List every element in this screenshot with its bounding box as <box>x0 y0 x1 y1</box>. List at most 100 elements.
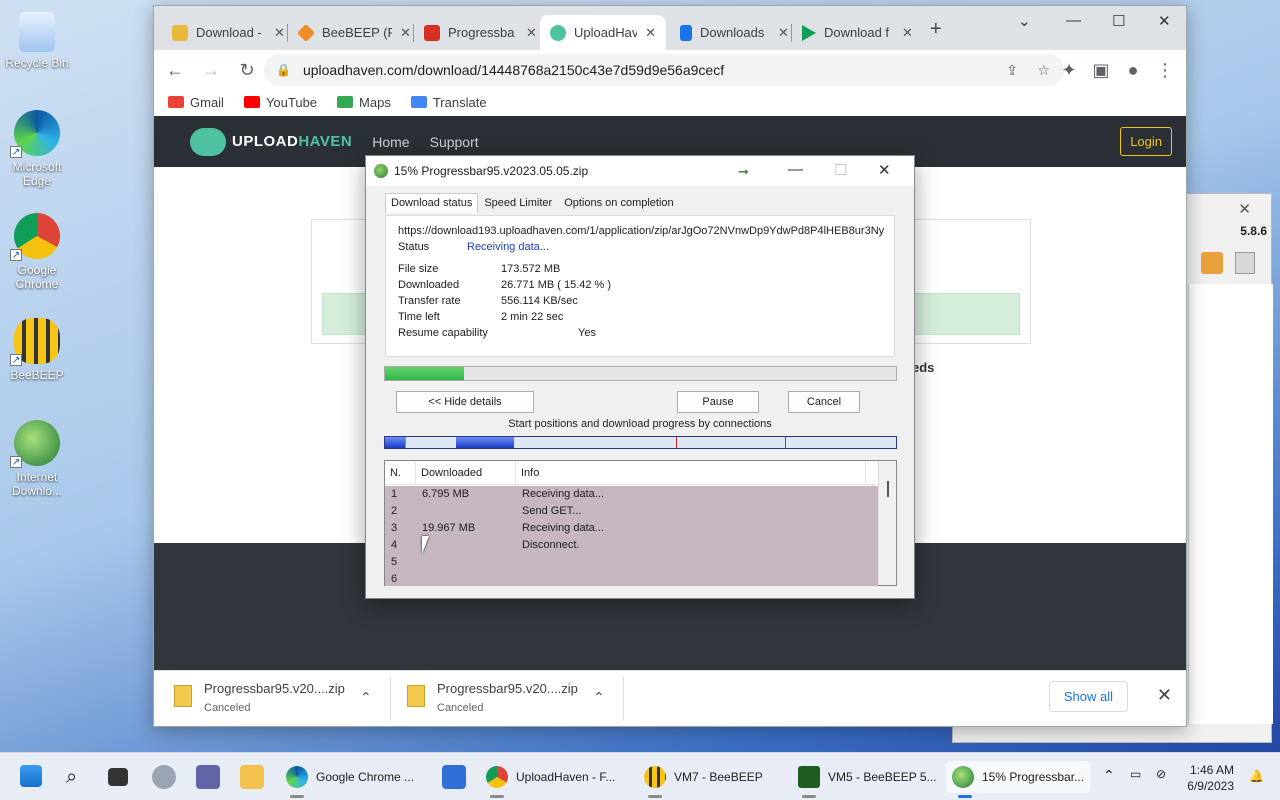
bee-icon: ↗ <box>10 318 60 366</box>
desktop-icon-chrome[interactable]: ↗ Google Chrome <box>0 213 74 291</box>
cancel-button[interactable]: Cancel <box>788 391 860 413</box>
tab-search-icon[interactable]: ⌄ <box>1018 12 1031 30</box>
bg-trash-icon[interactable] <box>1235 252 1255 274</box>
show-all-button[interactable]: Show all <box>1048 681 1128 712</box>
desktop-icon-label: Microsoft Edge <box>12 160 62 188</box>
menu-icon[interactable]: ⋮ <box>1154 60 1176 81</box>
download-item[interactable]: Progressbar95.v20....zip Canceled ⌃ <box>174 681 372 714</box>
taskbar-app-vm7[interactable]: VM7 - BeeBEEP <box>638 761 769 793</box>
chat-icon[interactable] <box>196 765 220 789</box>
tab-progressbar[interactable]: Progressba ✕ <box>414 15 547 50</box>
tab-downloads[interactable]: Downloads ✕ <box>670 15 799 50</box>
desktop-icon-recycle-bin[interactable]: Recycle Bin <box>0 12 74 70</box>
connections-bar <box>384 436 897 449</box>
taskbar-clock[interactable]: 1:46 AM 6/9/2023 <box>1187 762 1234 794</box>
list-row[interactable]: 4 Disconnect. <box>385 537 878 554</box>
chevron-up-icon[interactable]: ⌃ <box>593 689 605 706</box>
bee-icon <box>644 766 666 788</box>
close-icon[interactable]: ✕ <box>526 25 537 41</box>
close-window-icon[interactable]: ✕ <box>1158 12 1171 30</box>
column-header[interactable]: N. <box>385 461 416 484</box>
tab-speed-limiter[interactable]: Speed Limiter <box>478 193 558 213</box>
site-logo[interactable]: UPLOAD HAVEN <box>190 127 352 156</box>
forward-icon[interactable]: → <box>200 60 222 81</box>
desktop-icon-beebeep[interactable]: ↗ BeeBEEP <box>0 318 74 382</box>
nav-support[interactable]: Support <box>430 134 479 150</box>
bg-close-icon[interactable]: ✕ <box>1238 200 1251 218</box>
chevron-up-icon[interactable]: ⌃ <box>360 689 372 706</box>
close-shelf-icon[interactable]: ✕ <box>1157 685 1172 706</box>
network-icon[interactable]: ⊘ <box>1156 767 1166 781</box>
row-info: Receiving data... <box>522 522 604 534</box>
file-explorer-icon[interactable] <box>240 765 264 789</box>
bookmark-maps[interactable]: Maps <box>337 95 391 110</box>
pause-button[interactable]: Pause <box>677 391 759 413</box>
tab-download[interactable]: Download - ✕ <box>162 15 295 50</box>
tab-download-f[interactable]: Download f ✕ <box>792 15 923 50</box>
list-scrollbar[interactable] <box>878 461 896 585</box>
download-item[interactable]: Progressbar95.v20....zip Canceled ⌃ <box>407 681 605 714</box>
login-button[interactable]: Login <box>1120 127 1172 156</box>
minimize-icon[interactable]: — <box>1066 12 1081 29</box>
detail-row: Downloaded 26.771 MB ( 15.42 % ) <box>398 277 882 293</box>
tab-uploadhaven[interactable]: UploadHav ✕ <box>540 15 666 50</box>
search-icon[interactable]: ⌕ <box>66 765 90 789</box>
close-icon[interactable]: ✕ <box>274 25 285 41</box>
address-bar[interactable]: 🔒 uploadhaven.com/download/14448768a2150… <box>264 54 1064 86</box>
row-downloaded: 6.795 MB <box>422 488 470 500</box>
tab-options-completion[interactable]: Options on completion <box>558 193 679 213</box>
taskbar-app-uploadhaven[interactable]: UploadHaven - F... <box>480 761 621 793</box>
download-status: Canceled <box>437 702 484 714</box>
task-view-icon[interactable] <box>108 768 128 786</box>
widgets-icon[interactable] <box>152 765 176 789</box>
desktop-icon-idm[interactable]: ↗ Internet Downlo... <box>0 420 74 498</box>
close-icon[interactable]: ✕ <box>878 161 891 179</box>
list-row[interactable]: 5 <box>385 554 878 571</box>
profile-icon[interactable]: ● <box>1122 60 1144 81</box>
detail-label: File size <box>398 263 439 275</box>
back-icon[interactable]: ← <box>164 60 186 81</box>
notification-icon[interactable]: 🔔 <box>1249 769 1264 783</box>
bg-toolbar-icon[interactable] <box>1201 252 1223 274</box>
close-icon[interactable]: ✕ <box>400 25 411 41</box>
maximize-icon[interactable]: ☐ <box>1112 12 1125 30</box>
store-icon[interactable] <box>442 765 466 789</box>
bookmark-label: Translate <box>432 94 487 110</box>
minimize-icon[interactable]: — <box>788 161 803 178</box>
bookmark-star-icon[interactable]: ☆ <box>1037 62 1050 79</box>
chevron-up-icon[interactable]: ⌃ <box>1103 767 1115 784</box>
row-downloaded: 19.967 MB <box>422 522 476 534</box>
column-header[interactable]: Downloaded <box>416 461 516 484</box>
bookmark-youtube[interactable]: YouTube <box>243 94 318 110</box>
taskbar-app-vm5[interactable]: VM5 - BeeBEEP 5... <box>792 761 943 793</box>
sidepanel-icon[interactable]: ▣ <box>1090 60 1112 81</box>
column-header[interactable]: Info <box>516 461 866 484</box>
desktop-icon-edge[interactable]: ↗ Microsoft Edge <box>0 110 74 188</box>
list-row[interactable]: 6 <box>385 571 878 588</box>
row-info <box>516 571 522 588</box>
bookmark-translate[interactable]: Translate <box>410 94 487 110</box>
extensions-icon[interactable]: ✦ <box>1058 60 1080 81</box>
list-row[interactable]: 3 19.967 MB Receiving data... <box>385 520 878 537</box>
close-icon[interactable]: ✕ <box>645 25 656 41</box>
share-icon[interactable]: ⇪ <box>1006 62 1018 79</box>
nav-home[interactable]: Home <box>372 134 409 150</box>
scroll-thumb[interactable] <box>887 481 889 497</box>
reload-icon[interactable]: ↻ <box>236 60 258 81</box>
partial-heading: eds <box>912 360 935 375</box>
hide-details-button[interactable]: << Hide details <box>396 391 534 413</box>
new-tab-button[interactable]: + <box>930 18 942 41</box>
close-icon[interactable]: ✕ <box>902 25 913 41</box>
tab-beebeep[interactable]: BeeBEEP (Fr ✕ <box>288 15 421 50</box>
close-icon[interactable]: ✕ <box>778 25 789 41</box>
taskbar-app-chrome[interactable]: Google Chrome ... <box>280 761 420 793</box>
bookmark-gmail[interactable]: Gmail <box>168 95 224 110</box>
display-icon[interactable]: ▭ <box>1130 767 1141 781</box>
list-row[interactable]: 2 Send GET... <box>385 503 878 520</box>
list-row[interactable]: 1 6.795 MB Receiving data... <box>385 486 878 503</box>
tab-download-status[interactable]: Download status <box>385 193 479 213</box>
start-icon[interactable] <box>20 765 42 787</box>
taskbar-app-idm[interactable]: 15% Progressbar... <box>946 761 1091 793</box>
vm-icon <box>798 766 820 788</box>
bookmark-label: YouTube <box>265 94 318 110</box>
